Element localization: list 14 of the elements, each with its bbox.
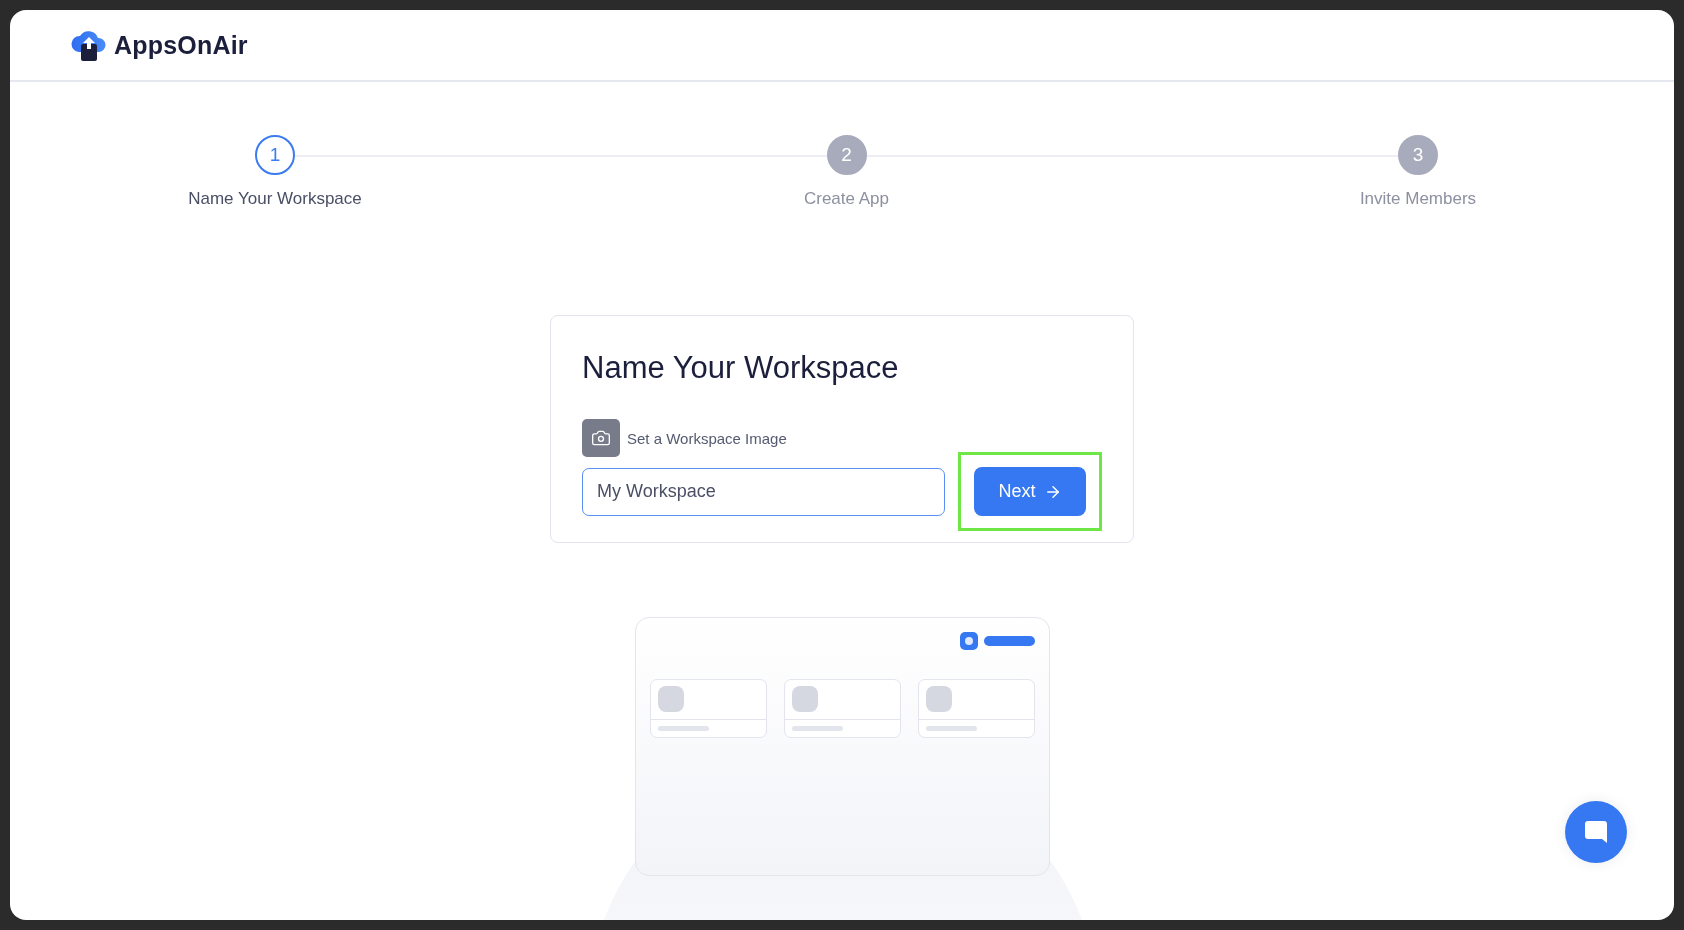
workspace-name-field[interactable]: My Workspace — [582, 467, 945, 516]
step-number[interactable]: 1 — [255, 135, 295, 175]
next-button[interactable]: Next — [974, 467, 1086, 516]
step-label: Invite Members — [1359, 189, 1477, 209]
step-label: Create App — [803, 189, 890, 209]
chat-bubble-icon — [1583, 819, 1609, 845]
card-title: Name Your Workspace — [582, 350, 900, 386]
step-label: Name Your Workspace — [188, 189, 362, 209]
step-number[interactable]: 2 — [826, 135, 867, 175]
step-number[interactable]: 3 — [1398, 135, 1438, 175]
camera-icon[interactable] — [582, 419, 620, 457]
cloud-upload-logo-icon — [70, 28, 108, 62]
brand-name: AppsOnAir — [114, 30, 248, 60]
image-label: Set a Workspace Image — [627, 429, 787, 447]
